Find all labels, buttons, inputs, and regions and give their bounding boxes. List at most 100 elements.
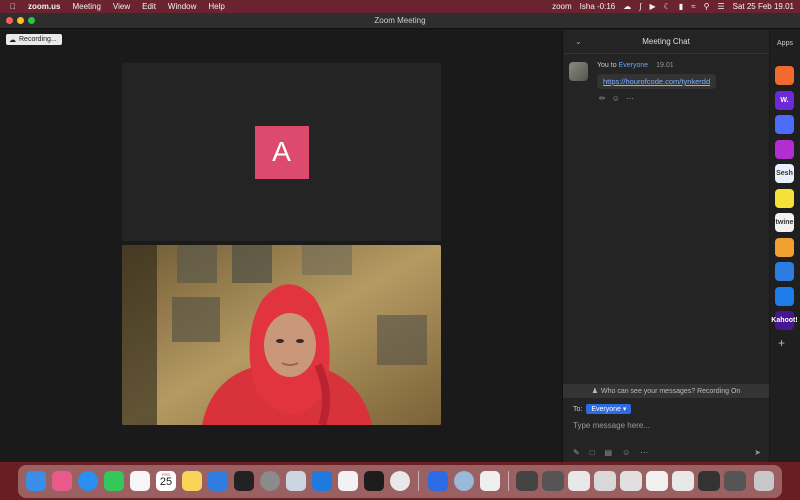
recipient-row: To: Everyone ▾ [573,404,632,414]
calendar-day: 25 [159,476,173,488]
recipient-dropdown[interactable]: Everyone ▾ [586,404,632,414]
minimized-window-2[interactable] [542,471,564,491]
quicktime-icon[interactable] [454,471,474,491]
messages-icon[interactable] [104,471,124,491]
trash-icon[interactable] [754,471,774,491]
chat-message-input[interactable] [573,418,759,432]
chevron-down-icon[interactable]: ⌄ [575,37,582,46]
video-area: ☁ Recording... A [0,30,561,462]
activity-monitor-icon[interactable] [364,471,384,491]
message-meta: You to Everyone 19.01 [597,62,674,69]
notes-icon[interactable] [182,471,202,491]
participant-video-frame [122,245,441,425]
menu-edit[interactable]: Edit [142,2,156,11]
app-chat-icon[interactable] [775,115,794,134]
app-sesh-icon[interactable]: Sesh [775,164,794,183]
format-icon[interactable]: ✎ [573,448,580,457]
app-kahoot-icon[interactable]: Kahoot! [771,311,798,330]
clock[interactable]: Sat 25 Feb 19.01 [733,2,794,11]
control-center-icon[interactable]: ☰ [717,2,724,11]
message-link[interactable]: https://hourofcode.com/tynkerdd [597,74,717,89]
app-sync-icon[interactable] [775,262,794,281]
finder-icon[interactable] [26,471,46,491]
preview-icon[interactable] [286,471,306,491]
reply-icon[interactable]: ✏ [599,94,606,103]
zoom-window-button[interactable] [28,17,35,24]
wifi-icon[interactable]: ≈ [691,2,695,11]
safari-icon[interactable] [78,471,98,491]
emoji-icon[interactable]: ☺ [622,448,630,457]
chat-toolbar: ✎ □ ▤ ☺ ⋯ [573,448,648,457]
message-sender: You to [597,62,617,69]
recipient-value: Everyone [591,406,621,413]
battery-icon[interactable]: ▮ [679,2,683,11]
to-label: To: [573,405,583,413]
recording-indicator[interactable]: ☁ Recording... [6,34,62,45]
file-icon[interactable]: ▤ [605,448,613,457]
photos-icon[interactable] [130,471,150,491]
chat-panel: ⌄ Meeting Chat You to Everyone 19.01 htt… [562,30,769,462]
minimized-window-7[interactable] [672,471,694,491]
calendar-icon[interactable]: FEB 25 [156,471,176,491]
chrome-icon[interactable] [390,471,410,491]
dock: FEB 25 [18,465,782,498]
minimized-window-9[interactable] [724,471,746,491]
launchpad-icon[interactable] [52,471,72,491]
app-grid-icon[interactable] [775,237,794,257]
window-title: Zoom Meeting [374,16,426,25]
menu-window[interactable]: Window [168,2,196,11]
menu-view[interactable]: View [113,2,130,11]
cloud-icon[interactable]: ☁ [623,2,631,11]
app-twine-icon[interactable]: twine [775,213,794,232]
app-face-icon[interactable] [775,188,794,208]
participant-video-tile[interactable] [122,245,441,425]
app-purple-icon[interactable] [775,139,794,159]
cloud-record-icon: ☁ [9,36,16,44]
minimized-window-6[interactable] [646,471,668,491]
add-app-icon[interactable]: + [778,336,785,350]
minimize-window-button[interactable] [17,17,24,24]
app-w-icon[interactable]: W. [775,90,794,110]
close-window-button[interactable] [6,17,13,24]
menu-help[interactable]: Help [208,2,224,11]
apps-sidebar: Apps W. Sesh twine Kahoot! + [770,30,800,462]
message-actions: ✏ ☺ ⋯ [599,94,634,103]
play-icon[interactable]: ▶ [649,2,655,11]
minimized-window-3[interactable] [568,471,590,491]
keynote-icon[interactable] [208,471,228,491]
user-status-item[interactable]: Isha -0:16 [580,2,616,11]
minimized-window-5[interactable] [620,471,642,491]
zoom-status-item[interactable]: zoom [552,2,572,11]
chat-header: ⌄ Meeting Chat [563,30,769,54]
emoji-react-icon[interactable]: ☺ [612,94,620,103]
more-options-icon[interactable]: ⋯ [626,94,634,103]
bluetooth-icon[interactable]: ∫ [639,2,641,11]
minimized-window-8[interactable] [698,471,720,491]
system-settings-icon[interactable] [260,471,280,491]
screenshot-icon[interactable]: □ [590,448,595,457]
moon-icon[interactable]: ☾ [664,2,671,11]
traffic-lights [6,17,35,24]
message-recipient: Everyone [618,62,649,69]
privacy-notice-text: Who can see your messages? Recording On [600,387,741,395]
participant-tile-avatar[interactable]: A [122,63,441,241]
message-time: 19.01 [656,62,674,69]
textedit-icon[interactable] [480,471,500,491]
tiles-icon[interactable] [312,471,332,491]
app-orange-icon[interactable] [775,66,794,85]
zoom-dock-icon[interactable] [428,471,448,491]
minimized-window-4[interactable] [594,471,616,491]
minimized-window-1[interactable] [516,471,538,491]
roblox-icon[interactable] [338,471,358,491]
app-e-icon[interactable] [775,286,794,306]
menu-app-name[interactable]: zoom.us [28,2,60,11]
window-titlebar: Zoom Meeting [0,13,800,29]
privacy-notice[interactable]: ♟ Who can see your messages? Recording O… [563,384,769,398]
apple-icon[interactable]:  [10,2,16,11]
more-tools-icon[interactable]: ⋯ [640,448,648,457]
menu-meeting[interactable]: Meeting [72,2,100,11]
chat-title: Meeting Chat [642,37,690,46]
terminal-icon[interactable] [234,471,254,491]
send-icon[interactable]: ➤ [754,448,761,457]
search-icon[interactable]: ⚲ [704,2,710,11]
